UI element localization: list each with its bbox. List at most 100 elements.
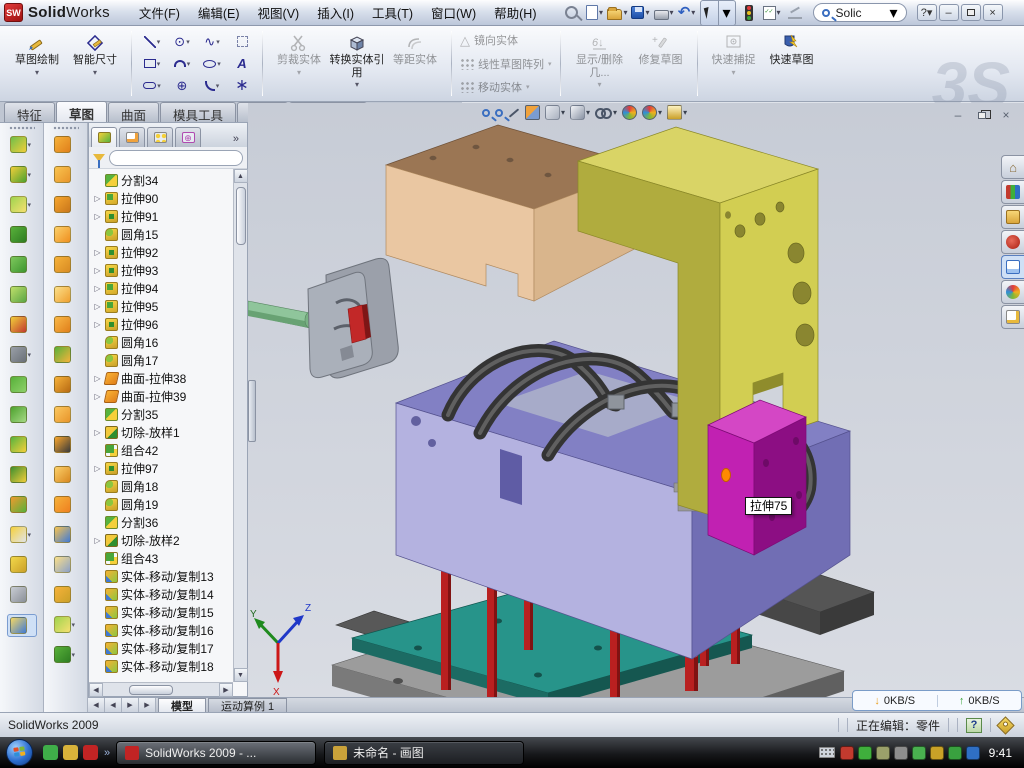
- view-palette-icon[interactable]: [1001, 255, 1024, 279]
- offset-entities-button[interactable]: 等距实体: [387, 29, 443, 98]
- model-canvas[interactable]: Y Z X: [248, 103, 1024, 697]
- surface-tool-button[interactable]: [52, 524, 80, 545]
- tray-icon[interactable]: [912, 746, 926, 760]
- tag-icon[interactable]: [996, 716, 1014, 734]
- pen-gesture-icon[interactable]: [785, 3, 805, 23]
- expand-arrow-icon[interactable]: ▷: [93, 536, 102, 545]
- hide-show-items-icon[interactable]: ▾: [595, 108, 617, 118]
- save-button[interactable]: ▾: [631, 3, 651, 23]
- tray-icon[interactable]: [948, 746, 962, 760]
- scroll-left-icon[interactable]: ◀: [89, 683, 103, 697]
- trim-entities-button[interactable]: 剪裁实体 ▾: [271, 29, 327, 98]
- scroll-down-icon[interactable]: ▼: [234, 668, 248, 682]
- surface-tool-button[interactable]: [52, 284, 80, 305]
- edit-appearance-icon[interactable]: [622, 105, 637, 120]
- print-button[interactable]: ▾: [654, 3, 674, 23]
- scroll-right-icon[interactable]: ▶: [219, 683, 233, 697]
- feature-tool-button[interactable]: [7, 614, 37, 637]
- feature-tree-item[interactable]: 实体-移动/复制18: [89, 657, 233, 675]
- repair-sketch-button[interactable]: + 修复草图: [633, 29, 689, 98]
- feature-tool-button[interactable]: ▾: [8, 164, 36, 185]
- feature-tool-button[interactable]: ▾: [8, 524, 36, 545]
- feature-tool-button[interactable]: [8, 584, 36, 605]
- menu-item[interactable]: 视图(V): [249, 0, 309, 25]
- property-manager-tab[interactable]: [119, 127, 145, 147]
- pin-icon[interactable]: [561, 3, 581, 23]
- smart-dimension-button[interactable]: 智能尺寸 ▾: [67, 29, 123, 98]
- move-entities-button[interactable]: 移动实体 ▾: [457, 78, 555, 96]
- last-tab-icon[interactable]: ▶: [139, 698, 156, 712]
- feature-tree-item[interactable]: ▷ 拉伸92: [89, 243, 233, 261]
- perimeter-circle-tool[interactable]: ⊕: [167, 75, 197, 97]
- surface-tool-button[interactable]: [52, 554, 80, 575]
- linear-sketch-pattern-button[interactable]: 线性草图阵列 ▾: [457, 55, 555, 73]
- expand-arrow-icon[interactable]: ▷: [93, 428, 102, 437]
- panel-chevron-icon[interactable]: »: [227, 133, 245, 147]
- feature-tool-button[interactable]: [8, 404, 36, 425]
- zoom-fit-icon[interactable]: [482, 109, 490, 117]
- new-file-button[interactable]: ▾: [584, 3, 604, 23]
- sketch-fillet-tool[interactable]: ▾: [197, 75, 227, 97]
- menu-item[interactable]: 窗口(W): [422, 0, 485, 25]
- feature-tool-button[interactable]: [8, 284, 36, 305]
- surface-tool-button[interactable]: [52, 164, 80, 185]
- surface-tool-button[interactable]: [52, 254, 80, 275]
- surface-tool-button[interactable]: [52, 374, 80, 395]
- taskbar-clock[interactable]: 9:41: [989, 746, 1012, 760]
- configuration-manager-tab[interactable]: [147, 127, 173, 147]
- custom-properties-icon[interactable]: [1001, 305, 1024, 329]
- doc-close-button[interactable]: ×: [996, 107, 1016, 123]
- circle-tool[interactable]: ⊙▾: [167, 31, 197, 53]
- surface-tool-button[interactable]: [52, 404, 80, 425]
- surface-tool-button[interactable]: [52, 494, 80, 515]
- line-tool[interactable]: ▾: [137, 31, 167, 53]
- expand-arrow-icon[interactable]: ▷: [93, 266, 102, 275]
- design-checker-button[interactable]: ▾: [762, 3, 782, 23]
- section-view-icon[interactable]: [525, 105, 540, 120]
- display-style-icon[interactable]: ▾: [570, 105, 590, 120]
- graphics-viewport[interactable]: Y Z X ▾ ▾ ▾ ▾ ▾ – × 拉伸75: [248, 103, 1024, 697]
- feature-tree-item[interactable]: 圆角18: [89, 477, 233, 495]
- appearances-icon[interactable]: [1001, 280, 1024, 304]
- doc-restore-button[interactable]: [972, 107, 992, 123]
- feature-tree-item[interactable]: ▷ 切除-放样1: [89, 423, 233, 441]
- view-settings-icon[interactable]: ▾: [667, 105, 687, 120]
- feature-tool-button[interactable]: ▾: [8, 134, 36, 155]
- undo-button[interactable]: ↶▾: [677, 3, 697, 23]
- search-input[interactable]: [834, 5, 886, 21]
- expand-arrow-icon[interactable]: ▷: [93, 248, 102, 257]
- dimxpert-manager-tab[interactable]: ⊕: [175, 127, 201, 147]
- rapid-sketch-button[interactable]: 快速草图: [764, 29, 820, 98]
- tray-icon[interactable]: [858, 746, 872, 760]
- feature-tree-item[interactable]: 组合43: [89, 549, 233, 567]
- scroll-thumb[interactable]: [129, 685, 173, 695]
- toolbar-grip[interactable]: [53, 126, 79, 130]
- arc-tool[interactable]: ▾: [167, 53, 197, 75]
- mirror-entities-button[interactable]: △ 镜向实体: [457, 31, 555, 49]
- file-explorer-icon[interactable]: [1001, 205, 1024, 229]
- feature-tool-button[interactable]: [8, 494, 36, 515]
- ellipse-tool[interactable]: ▾: [197, 53, 227, 75]
- ribbon-tab[interactable]: 草图: [56, 101, 107, 122]
- feature-tree-item[interactable]: 圆角16: [89, 333, 233, 351]
- start-button[interactable]: [6, 739, 33, 766]
- scroll-thumb[interactable]: [236, 187, 246, 245]
- quick-launch-icon[interactable]: [43, 745, 58, 760]
- menu-item[interactable]: 帮助(H): [485, 0, 545, 25]
- quick-launch-icon[interactable]: [83, 745, 98, 760]
- slot-tool[interactable]: ▾: [137, 75, 167, 97]
- design-library-icon[interactable]: [1001, 180, 1024, 204]
- sketch-button[interactable]: 草图绘制 ▾: [9, 29, 65, 98]
- doc-minimize-button[interactable]: –: [948, 107, 968, 123]
- feature-tree-item[interactable]: 分割34: [89, 171, 233, 189]
- feature-tree-item[interactable]: ▷ 拉伸96: [89, 315, 233, 333]
- feature-tool-button[interactable]: [8, 374, 36, 395]
- feature-tree-item[interactable]: 组合42: [89, 441, 233, 459]
- feature-manager-tree-tab[interactable]: [91, 127, 117, 147]
- menu-item[interactable]: 编辑(E): [189, 0, 249, 25]
- tree-vertical-scrollbar[interactable]: ▲ ▼: [233, 169, 247, 682]
- feature-tool-button[interactable]: [8, 224, 36, 245]
- expand-arrow-icon[interactable]: ▷: [93, 320, 102, 329]
- feature-tool-button[interactable]: ▾: [8, 194, 36, 215]
- quick-snaps-button[interactable]: 快速捕捉 ▾: [706, 29, 762, 98]
